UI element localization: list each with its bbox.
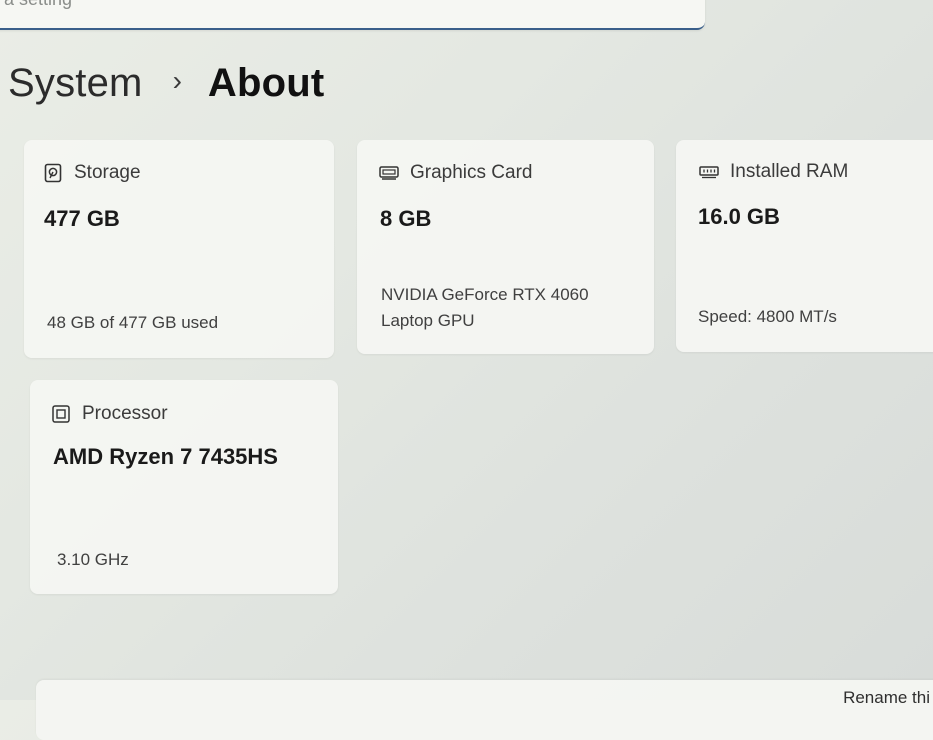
installed-ram-value: 16.0 GB (698, 204, 780, 229)
ram-icon (698, 161, 720, 183)
breadcrumb-system-link[interactable]: System (8, 61, 143, 106)
graphics-card-icon (378, 162, 400, 184)
storage-title: Storage (74, 162, 141, 183)
device-rename-card: Rename thi (36, 680, 933, 740)
storage-usage-text: 48 GB of 477 GB used (47, 313, 219, 332)
processor-title: Processor (82, 403, 168, 424)
rename-this-pc-button[interactable]: Rename thi (843, 688, 930, 708)
graphics-card-title: Graphics Card (410, 162, 533, 183)
ram-speed-text: Speed: 4800 MT/s (698, 307, 837, 326)
installed-ram-title: Installed RAM (730, 161, 849, 182)
page-title: About (207, 60, 325, 105)
settings-search-box[interactable]: a setting (0, 0, 705, 30)
search-placeholder: a setting (4, 0, 72, 8)
breadcrumb: System › About (8, 56, 324, 110)
graphics-card-name-line2: Laptop GPU (381, 311, 475, 330)
breadcrumb-chevron-icon: › (172, 65, 182, 96)
graphics-card-memory-value: 8 GB (380, 206, 432, 231)
installed-ram-card[interactable]: Installed RAM 16.0 GB Speed: 4800 MT/s (676, 140, 933, 352)
processor-icon (50, 403, 72, 425)
storage-icon (42, 162, 64, 184)
storage-value: 477 GB (44, 206, 120, 231)
graphics-card-card[interactable]: Graphics Card 8 GB NVIDIA GeForce RTX 40… (357, 140, 654, 354)
graphics-card-name-line1: NVIDIA GeForce RTX 4060 (381, 285, 589, 304)
storage-card[interactable]: Storage 477 GB 48 GB of 477 GB used (24, 140, 334, 358)
processor-speed-text: 3.10 GHz (57, 550, 129, 569)
processor-card[interactable]: Processor AMD Ryzen 7 7435HS 3.10 GHz (30, 380, 338, 594)
processor-name-value: AMD Ryzen 7 7435HS (53, 444, 278, 469)
